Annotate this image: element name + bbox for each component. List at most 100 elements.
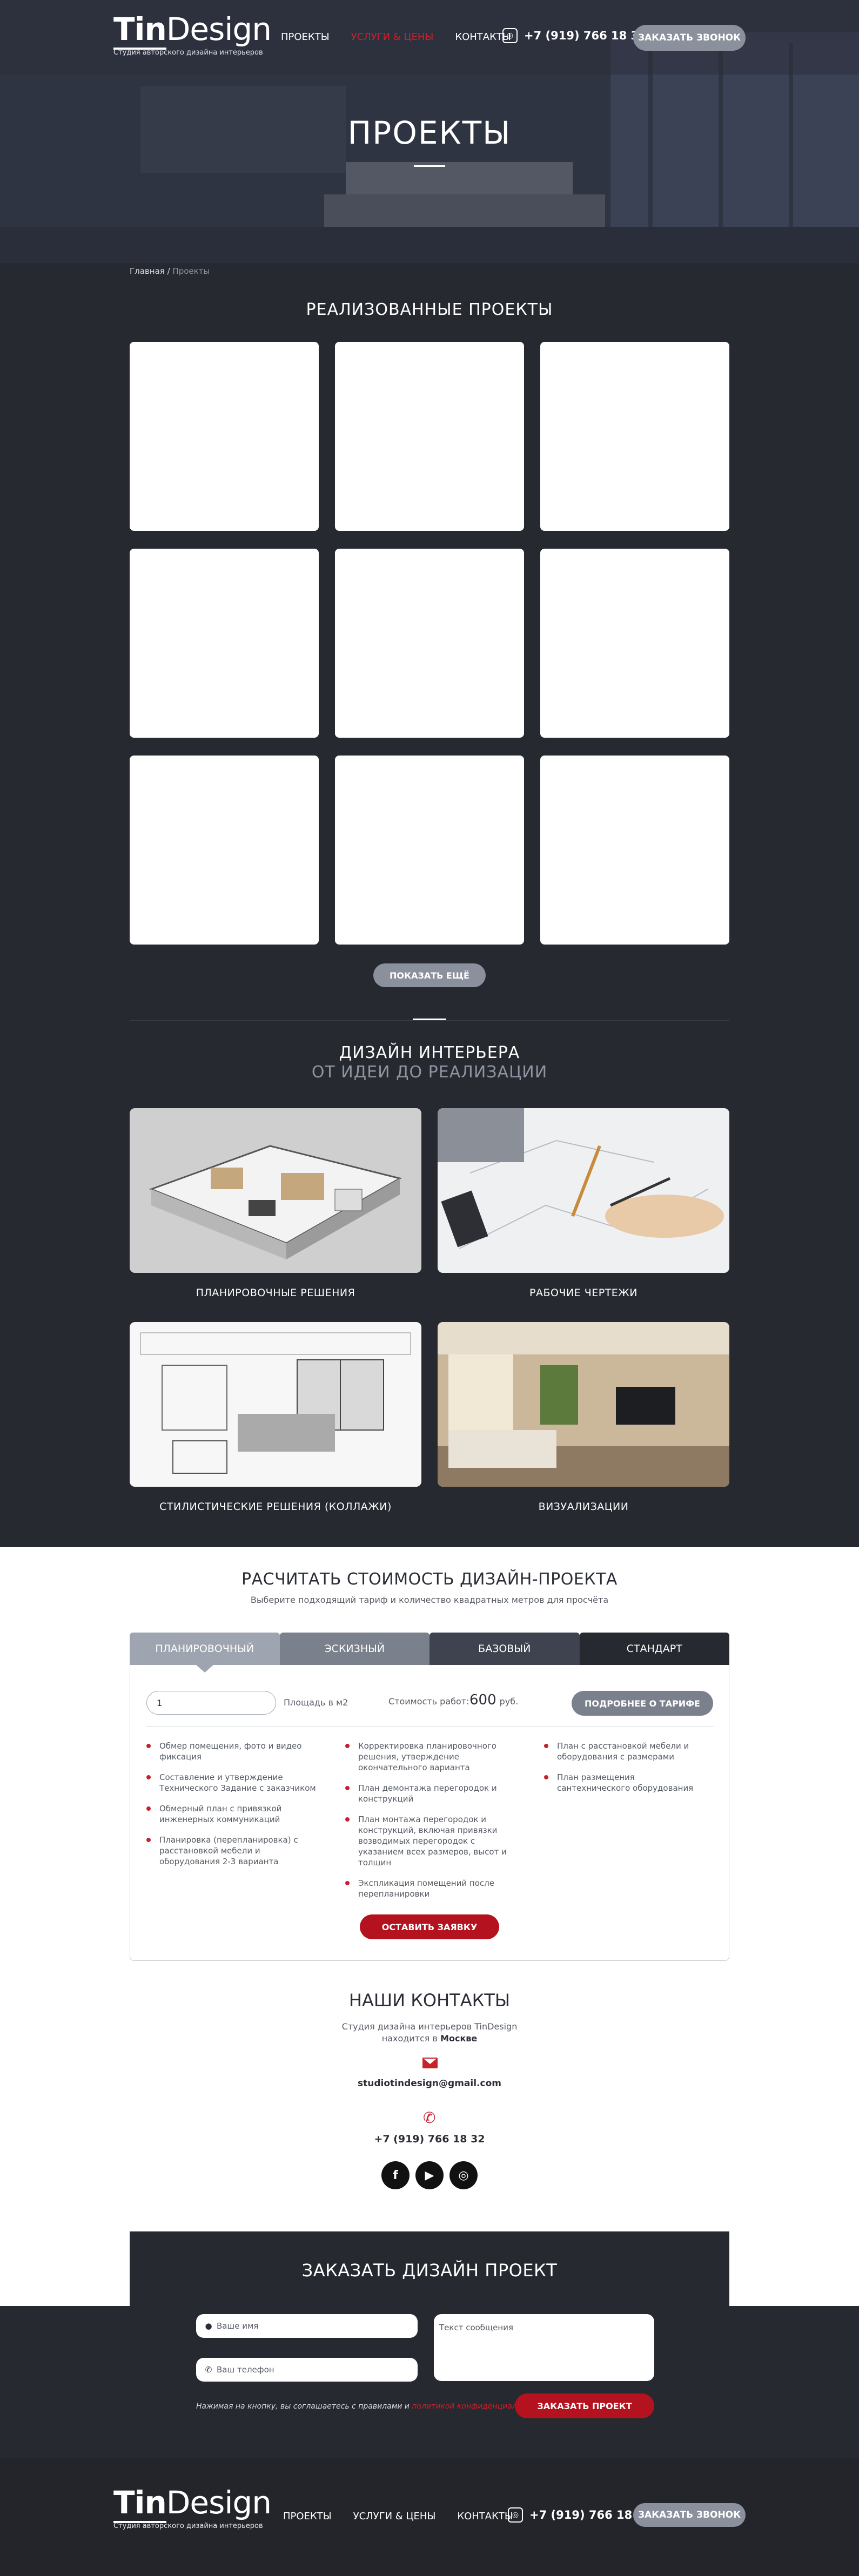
tab-planning[interactable]: ПЛАНИРОВОЧНЫЙ [130,1633,280,1673]
message-textarea[interactable]: Текст сообщения [434,2314,654,2381]
footer-phone[interactable]: ◎ +7 (919) 766 18 32 [508,2507,652,2523]
message-placeholder: Текст сообщения [439,2323,513,2332]
logo[interactable]: TinDesign Студия авторского дизайна инте… [113,11,272,57]
contacts-city-line: находится в Москве [0,2033,859,2044]
tab-sketch[interactable]: ЭСКИЗНЫЙ [279,1633,430,1665]
youtube-icon[interactable]: ▶ [415,2161,444,2189]
feature-item: План размещения сантехнического оборудов… [544,1772,706,1793]
feature-item: Экспликация помещений после перепланиров… [345,1878,518,1899]
tariff-details-button[interactable]: ПОДРОБНЕЕ О ТАРИФЕ [572,1691,713,1716]
floorplan-illustration [130,1108,421,1273]
agreement-text: Нажимая на кнопку, вы соглашаетесь с пра… [196,2402,410,2411]
project-card[interactable] [130,342,319,531]
feature-item: План демонтажа перегородок и конструкций [345,1783,518,1804]
main-nav: ПРОЕКТЫ УСЛУГИ & ЦЕНЫ КОНТАКТЫ [281,31,511,43]
header-phone[interactable]: ◎ +7 (919) 766 18 32 [502,28,647,43]
breadcrumb-separator: / [167,266,170,276]
tariff-features-col3: План с расстановкой мебели и оборудовани… [544,1741,706,1803]
contacts-phone[interactable]: +7 (919) 766 18 32 [0,2133,859,2145]
footer-logo[interactable]: TinDesign Студия авторского дизайна инте… [113,2484,272,2530]
design-title: ДИЗАЙН ИНТЕРЬЕРА [339,1043,520,1062]
nav-link-services[interactable]: УСЛУГИ & ЦЕНЫ [351,31,434,43]
project-card[interactable] [130,549,319,738]
privacy-agreement: Нажимая на кнопку, вы соглашаетесь с пра… [196,2402,545,2411]
project-card[interactable] [335,549,524,738]
service-label-planning[interactable]: ПЛАНИРОВОЧНЫЕ РЕШЕНИЯ [130,1287,421,1299]
show-more-button[interactable]: ПОКАЗАТЬ ЕЩЁ [373,963,486,987]
feature-item: Обмер помещения, фото и видео фиксация [146,1741,319,1762]
breadcrumb-current: Проекты [172,266,210,276]
contacts-city: Москве [440,2033,478,2044]
name-input[interactable]: ● Ваше имя [196,2314,418,2338]
facebook-icon[interactable]: f [381,2161,410,2189]
tab-standard[interactable]: СТАНДАРТ [579,1633,729,1665]
logo-text-design: Design [166,11,272,48]
cost-amount: 600 [469,1692,496,1708]
calculator-contacts-section: РАСЧИТАТЬ СТОИМОСТЬ ДИЗАЙН-ПРОЕКТА Выбер… [0,1547,859,2306]
footer: TinDesign Студия авторского дизайна инте… [0,2458,859,2576]
section-divider [130,1020,729,1021]
callback-button[interactable]: ЗАКАЗАТЬ ЗВОНОК [633,25,746,51]
project-card[interactable] [130,756,319,945]
logo-text-tin: Tin [113,11,167,50]
collage-illustration [130,1322,421,1487]
area-label: Площадь в м2 [284,1697,348,1708]
project-card[interactable] [335,342,524,531]
service-label-collages[interactable]: СТИЛИСТИЧЕСКИЕ РЕШЕНИЯ (КОЛЛАЖИ) [130,1501,421,1513]
header-phone-number[interactable]: +7 (919) 766 18 32 [524,29,647,42]
feature-item: Составление и утверждение Технического З… [146,1772,319,1793]
design-subtitle: ОТ ИДЕИ ДО РЕАЛИЗАЦИИ [311,1063,548,1082]
drawings-illustration [438,1108,729,1273]
footer-logo-tagline: Студия авторского дизайна интерьеров [113,2522,263,2530]
feature-item: Корректировка планировочного решения, ут… [345,1741,518,1773]
breadcrumb: Главная / Проекты [130,266,210,276]
leave-request-button[interactable]: ОСТАВИТЬ ЗАЯВКУ [360,1914,499,1939]
feature-item: Обмерный план с привязкой инженерных ком… [146,1803,319,1825]
service-image-drawings[interactable] [438,1108,729,1273]
project-card[interactable] [540,549,729,738]
cost-unit: руб. [499,1696,519,1707]
feature-item: План монтажа перегородок и конструкций, … [345,1814,518,1868]
footer-nav-services[interactable]: УСЛУГИ & ЦЕНЫ [353,2511,436,2522]
section-divider-accent [413,1019,446,1020]
footer-callback-button[interactable]: ЗАКАЗАТЬ ЗВОНОК [633,2503,746,2527]
service-image-collages[interactable] [130,1322,421,1487]
tariff-features-col2: Корректировка планировочного решения, ут… [345,1741,518,1909]
project-card[interactable] [335,756,524,945]
projects-title: РЕАЛИЗОВАННЫЕ ПРОЕКТЫ [306,300,553,319]
phone-placeholder: Ваш телефон [217,2365,274,2375]
order-project-button[interactable]: ЗАКАЗАТЬ ПРОЕКТ [515,2393,654,2418]
service-label-visualization[interactable]: ВИЗУАЛИЗАЦИИ [438,1501,729,1513]
hero: TinDesign Студия авторского дизайна инте… [0,0,859,263]
contacts-email[interactable]: studiotindesign@gmail.com [0,2078,859,2089]
contacts-city-prefix: находится в [381,2033,438,2044]
cost-value: 600 руб. [469,1692,518,1708]
phone-input[interactable]: ✆ Ваш телефон [196,2358,418,2382]
order-title: ЗАКАЗАТЬ ДИЗАЙН ПРОЕКТ [301,2260,558,2281]
service-image-planning[interactable] [130,1108,421,1273]
page-title: ПРОЕКТЫ [347,114,512,151]
service-image-visualization[interactable] [438,1322,729,1487]
instagram-icon[interactable]: ◎ [449,2161,478,2189]
user-icon: ● [205,2321,212,2331]
project-card[interactable] [540,756,729,945]
footer-nav-projects[interactable]: ПРОЕКТЫ [283,2511,332,2522]
footer-logo-design: Design [166,2484,272,2521]
footer-nav-contacts[interactable]: КОНТАКТЫ [457,2511,513,2522]
cost-label: Стоимость работ: [388,1696,469,1707]
phone-icon: ✆ [205,2365,212,2375]
footer-logo-mark: TinDesign [113,2484,272,2523]
project-card[interactable] [540,342,729,531]
order-section [0,2306,859,2458]
breadcrumb-home[interactable]: Главная [130,266,165,276]
service-label-drawings[interactable]: РАБОЧИЕ ЧЕРТЕЖИ [438,1287,729,1299]
calculator-subtitle: Выберите подходящий тариф и количество к… [250,1595,609,1605]
logo-mark: TinDesign [113,11,272,50]
tab-basic[interactable]: БАЗОВЫЙ [430,1633,580,1665]
instagram-icon[interactable]: ◎ [508,2507,523,2523]
instagram-icon[interactable]: ◎ [502,28,518,43]
contacts-studio-line: Студия дизайна интерьеров TinDesign [341,2021,518,2032]
nav-link-projects[interactable]: ПРОЕКТЫ [281,31,330,43]
calculator-title: РАСЧИТАТЬ СТОИМОСТЬ ДИЗАЙН-ПРОЕКТА [241,1570,618,1589]
area-input[interactable]: 1 [146,1691,276,1715]
